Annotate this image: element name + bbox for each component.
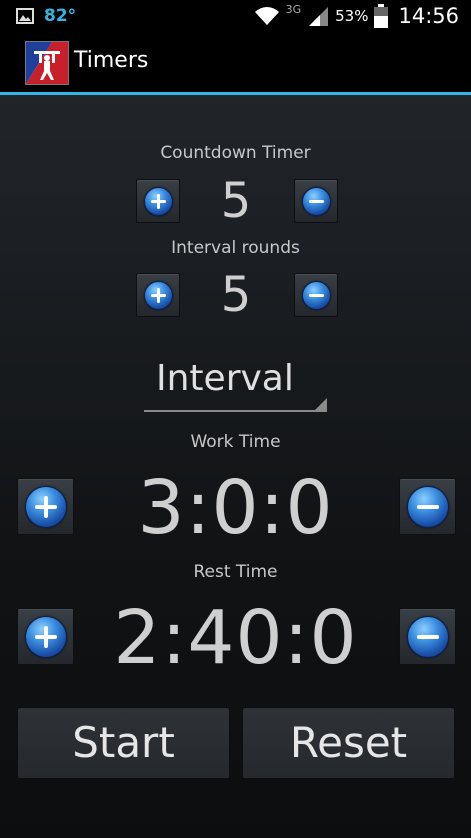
rounds-value: 5 <box>220 267 252 323</box>
action-bar: Timers <box>0 33 471 93</box>
plus-icon <box>144 281 173 310</box>
countdown-value: 5 <box>220 173 252 229</box>
minus-icon <box>302 281 331 310</box>
minus-icon <box>407 486 449 528</box>
battery-icon <box>374 4 389 28</box>
network-type-label: 3G <box>285 2 302 16</box>
reset-button[interactable]: Reset <box>242 707 455 779</box>
start-button[interactable]: Start <box>17 707 230 779</box>
plus-icon <box>25 616 67 658</box>
rest-time-increment-button[interactable] <box>17 608 74 665</box>
wifi-icon <box>254 7 279 25</box>
rest-time-value: 2:40:0 <box>113 595 358 681</box>
plus-icon <box>144 187 173 216</box>
countdown-label: Countdown Timer <box>160 143 311 163</box>
status-bar: 82° 3G 53% 14:56 <box>0 0 471 33</box>
countdown-increment-button[interactable] <box>136 179 180 223</box>
weather-temperature: 82° <box>44 6 77 26</box>
rounds-increment-button[interactable] <box>136 273 180 317</box>
plus-icon <box>25 486 67 528</box>
mode-dropdown-value: Interval <box>156 358 294 399</box>
minus-icon <box>302 187 331 216</box>
work-time-value: 3:0:0 <box>137 465 334 551</box>
rounds-label: Interval rounds <box>171 238 300 258</box>
countdown-decrement-button[interactable] <box>294 179 338 223</box>
rest-time-decrement-button[interactable] <box>399 608 456 665</box>
rounds-decrement-button[interactable] <box>294 273 338 317</box>
dropdown-arrow-icon <box>315 398 327 410</box>
signal-strength-icon <box>309 7 329 26</box>
app-title: Timers <box>74 48 149 73</box>
work-time-increment-button[interactable] <box>17 478 74 535</box>
battery-percent: 53% <box>335 7 369 25</box>
rest-time-label: Rest Time <box>193 562 278 582</box>
work-time-decrement-button[interactable] <box>399 478 456 535</box>
gallery-notification-icon <box>16 8 34 24</box>
work-time-label: Work Time <box>190 432 281 452</box>
minus-icon <box>407 616 449 658</box>
mode-dropdown[interactable]: Interval <box>144 352 327 412</box>
status-clock: 14:56 <box>398 4 459 28</box>
app-logo-icon[interactable] <box>25 41 69 85</box>
